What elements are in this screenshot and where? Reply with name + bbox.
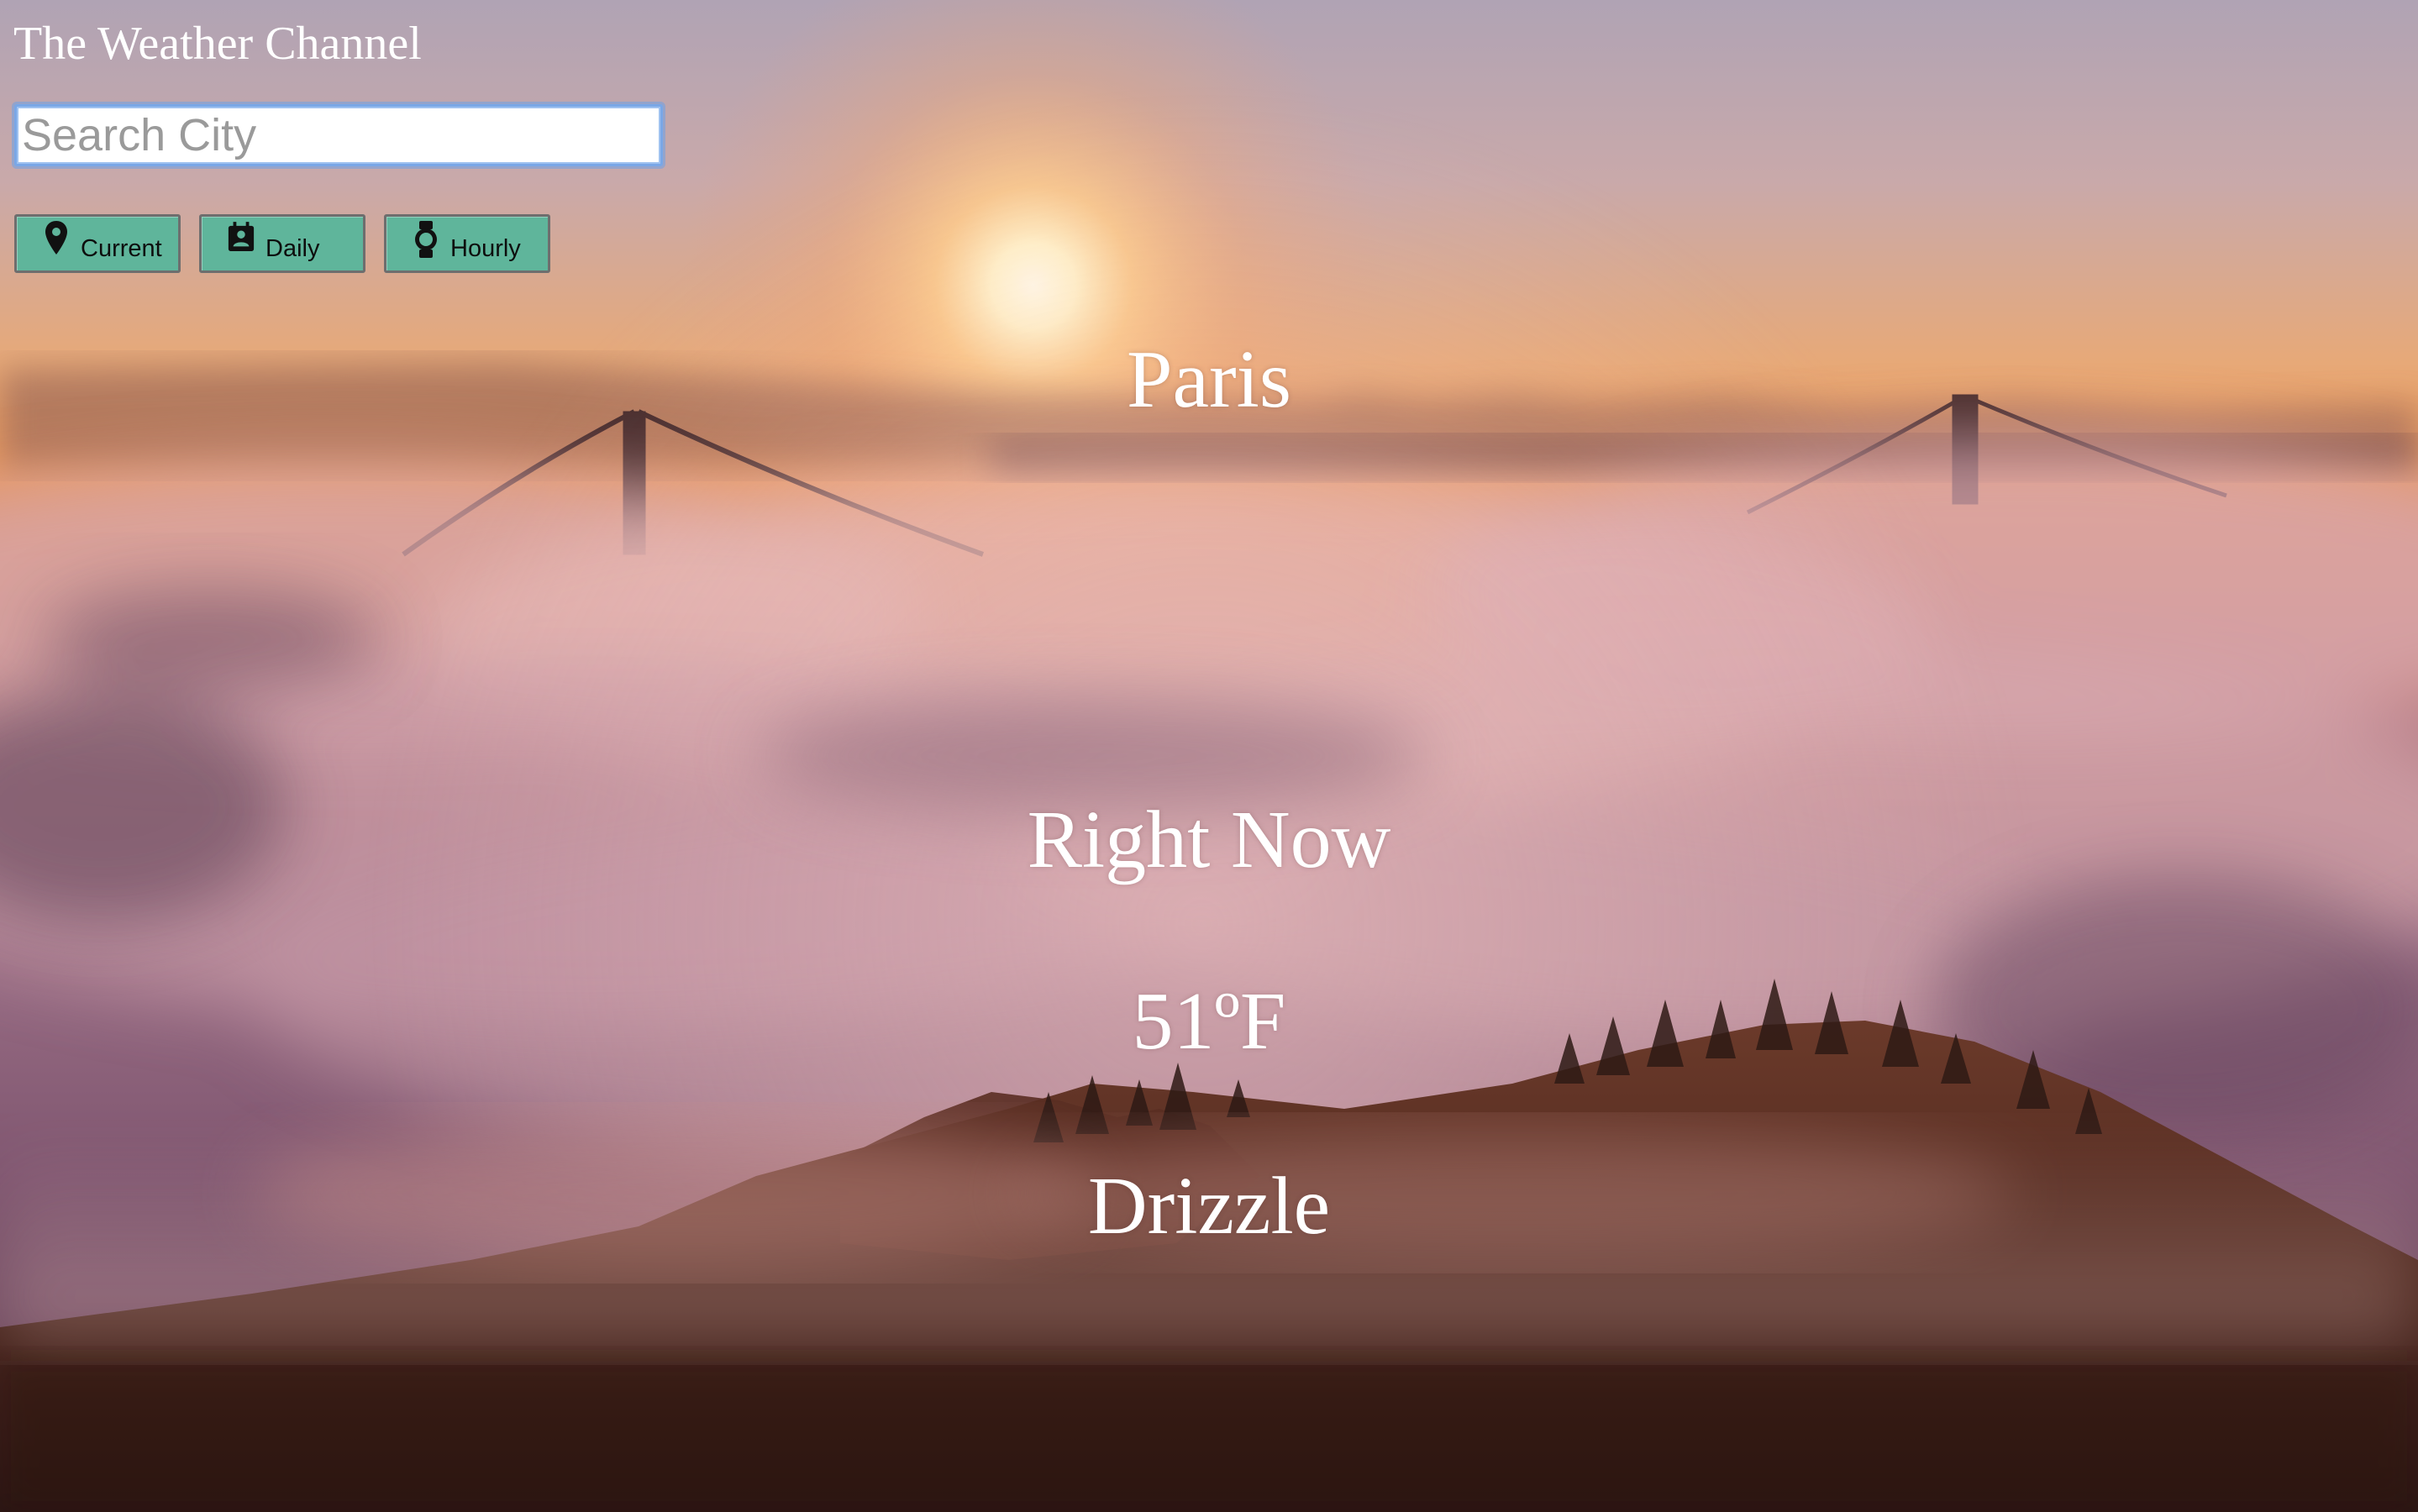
map-marker-icon — [42, 219, 71, 260]
city-name: Paris — [1127, 334, 1291, 425]
forecast-period: Right Now — [1027, 795, 1391, 885]
view-button-group: Current Daily Hourly — [14, 214, 550, 273]
current-button[interactable]: Current — [14, 214, 181, 273]
watch-icon — [412, 219, 440, 260]
calendar-contact-icon — [227, 219, 255, 260]
hourly-button-label: Hourly — [450, 234, 521, 262]
hourly-button[interactable]: Hourly — [384, 214, 550, 273]
daily-button[interactable]: Daily — [199, 214, 365, 273]
search-input[interactable] — [14, 104, 663, 166]
temperature: 51ºF — [1132, 976, 1286, 1067]
app-title: The Weather Channel — [13, 18, 422, 70]
weather-condition: Drizzle — [1087, 1161, 1331, 1252]
current-button-label: Current — [81, 234, 162, 262]
daily-button-label: Daily — [265, 234, 320, 262]
